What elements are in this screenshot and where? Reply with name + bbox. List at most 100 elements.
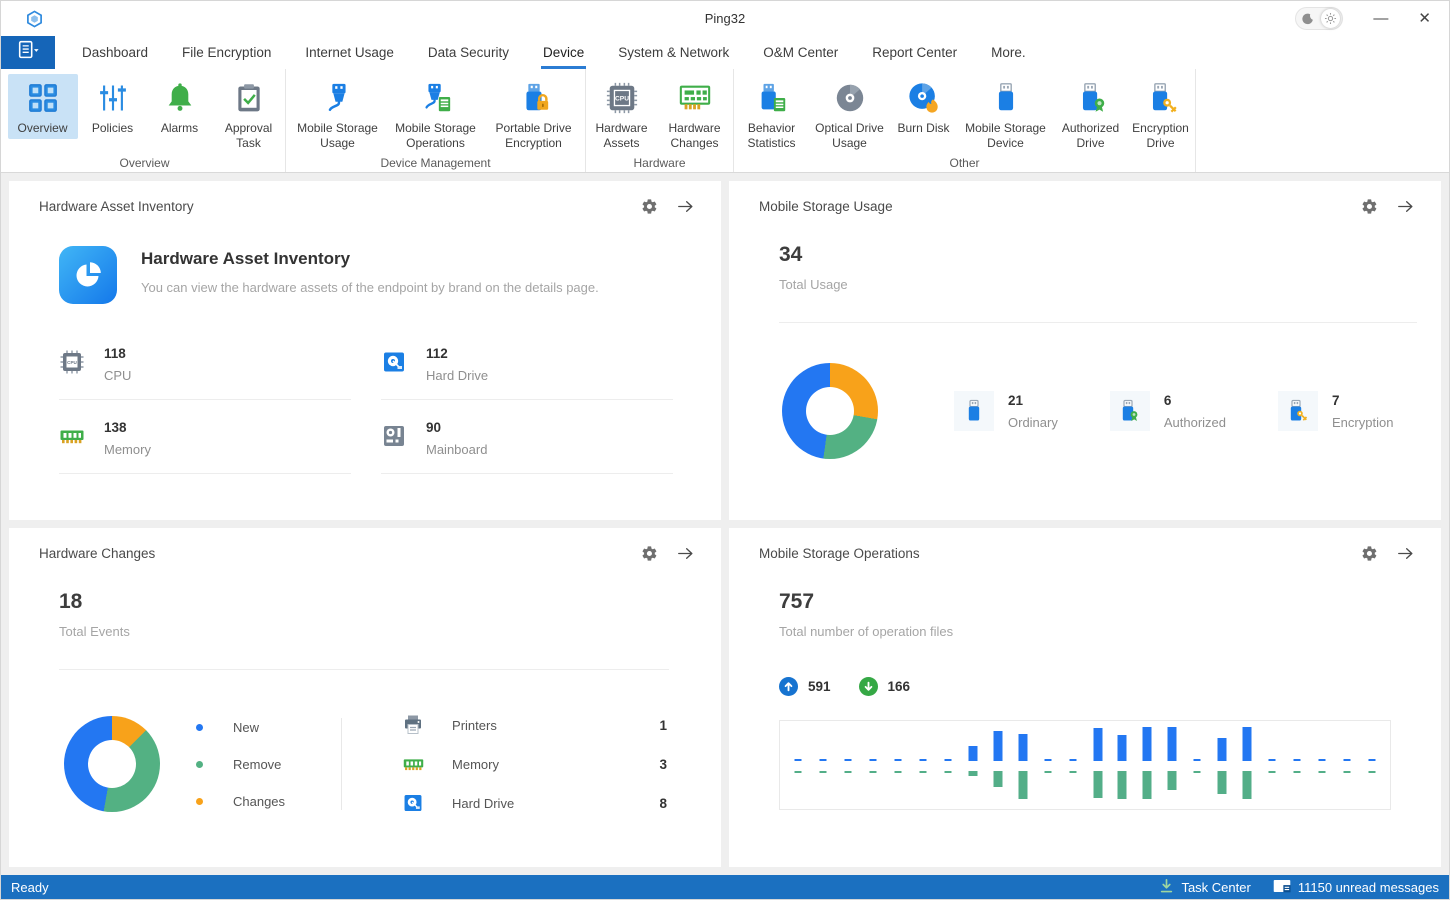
legend-dot-remove	[196, 761, 203, 768]
total-events-value: 18	[59, 590, 721, 614]
card-title: Mobile Storage Usage	[759, 199, 1343, 214]
device-label: Memory	[452, 757, 499, 772]
tab-report-center[interactable]: Report Center	[855, 36, 974, 69]
settings-gear-icon[interactable]	[1361, 545, 1378, 562]
status-ready: Ready	[11, 880, 49, 895]
settings-gear-icon[interactable]	[641, 545, 658, 562]
tab-data-security[interactable]: Data Security	[411, 36, 526, 69]
bar-slot	[1160, 721, 1185, 809]
ribbon-item-burn-disk[interactable]: Burn Disk	[893, 74, 955, 139]
ribbon-item-mobile-storage-operations[interactable]: Mobile Storage Operations	[389, 74, 483, 154]
task-center-button[interactable]: Task Center	[1159, 878, 1250, 897]
moon-icon[interactable]	[1298, 13, 1317, 25]
tab-device[interactable]: Device	[526, 36, 601, 69]
minimize-button[interactable]: —	[1373, 11, 1388, 26]
up-bar	[1368, 759, 1375, 761]
usb-authorized-icon	[1074, 79, 1108, 117]
down-bar	[1343, 771, 1350, 773]
up-bar	[1093, 728, 1102, 761]
tab-file-encryption[interactable]: File Encryption	[165, 36, 288, 69]
hero-description: You can view the hardware assets of the …	[141, 280, 599, 295]
ribbon-item-portable-drive-encryption[interactable]: Portable Drive Encryption	[487, 74, 581, 154]
card-title: Hardware Changes	[39, 546, 623, 561]
ribbon-item-encryption-drive[interactable]: Encryption Drive	[1129, 74, 1193, 154]
bar-slot	[1185, 721, 1210, 809]
theme-toggle[interactable]	[1295, 7, 1343, 30]
legend-item-ordinary: 21 Ordinary	[954, 391, 1058, 431]
open-details-arrow-icon[interactable]	[1396, 197, 1415, 216]
unread-messages-button[interactable]: 11150 unread messages	[1273, 879, 1439, 896]
up-bar	[1118, 735, 1127, 761]
card-mobile-storage-usage: Mobile Storage Usage 34 Total Usage	[729, 181, 1441, 520]
down-bar	[845, 771, 852, 773]
up-bar	[1018, 734, 1027, 761]
tab-internet-usage[interactable]: Internet Usage	[288, 36, 411, 69]
up-bar	[1343, 759, 1350, 761]
sun-icon[interactable]	[1321, 9, 1340, 28]
bar-slot	[1210, 721, 1235, 809]
ribbon-item-approval-task[interactable]: Approval Task	[216, 74, 282, 154]
down-bar	[895, 771, 902, 773]
bar-slot	[1260, 721, 1285, 809]
down-bar	[1243, 771, 1252, 799]
ribbon-group-device-management: Mobile Storage Usage Mobile Storage Oper…	[286, 69, 586, 172]
memory-icon	[59, 423, 87, 449]
usb-ordinary-icon	[954, 391, 994, 431]
usb-encryption-icon	[1278, 391, 1318, 431]
divider	[59, 669, 669, 670]
task-center-label: Task Center	[1181, 880, 1250, 895]
device-row-printers: Printers 1	[402, 714, 667, 736]
up-bar	[1318, 759, 1325, 761]
settings-gear-icon[interactable]	[1361, 198, 1378, 215]
asset-stats-grid: CPU 118 CPU 112 Hard Drive	[59, 346, 673, 474]
ribbon-item-optical-drive-usage[interactable]: Optical Drive Usage	[811, 74, 889, 154]
stat-value: 90	[426, 420, 487, 435]
upload-arrow-icon	[779, 677, 798, 696]
open-details-arrow-icon[interactable]	[676, 544, 695, 563]
divider	[779, 322, 1417, 323]
memory-icon	[402, 753, 426, 775]
ribbon-item-hardware-assets[interactable]: CPU Hardware Assets	[589, 74, 655, 154]
legend-item-changes: Changes	[196, 794, 285, 809]
up-bar	[1243, 727, 1252, 761]
down-bar	[1268, 771, 1275, 773]
ribbon-item-mobile-storage-device[interactable]: Mobile Storage Device	[959, 74, 1053, 154]
tab-system-network[interactable]: System & Network	[601, 36, 746, 69]
titlebar-controls: — ✕	[1295, 7, 1431, 30]
open-details-arrow-icon[interactable]	[1396, 544, 1415, 563]
down-bar	[1044, 771, 1051, 773]
status-bar: Ready Task Center 11150 unread messages	[1, 875, 1449, 899]
tab-om-center[interactable]: O&M Center	[746, 36, 855, 69]
ribbon-item-alarms[interactable]: Alarms	[148, 74, 212, 139]
changes-chart-row: New Remove Changes	[9, 714, 721, 814]
ribbon-item-mobile-storage-usage[interactable]: Mobile Storage Usage	[291, 74, 385, 154]
up-bar	[993, 731, 1002, 761]
tab-dashboard[interactable]: Dashboard	[65, 36, 165, 69]
down-bar	[1368, 771, 1375, 773]
usb-plug-operations-icon	[419, 79, 453, 117]
up-bar	[968, 746, 977, 761]
ribbon-item-overview[interactable]: Overview	[8, 74, 78, 139]
app-menu-button[interactable]	[1, 36, 55, 69]
bar-slot	[1309, 721, 1334, 809]
ribbon-item-behavior-statistics[interactable]: Behavior Statistics	[737, 74, 807, 154]
bar-slot	[811, 721, 836, 809]
down-bar	[1293, 771, 1300, 773]
expansion-card-icon	[677, 79, 713, 117]
ribbon-item-hardware-changes[interactable]: Hardware Changes	[659, 74, 731, 154]
close-button[interactable]: ✕	[1418, 11, 1431, 26]
upload-download-summary: 591 166	[779, 677, 1441, 696]
hard-drive-icon	[402, 792, 426, 814]
settings-gear-icon[interactable]	[641, 198, 658, 215]
tabs: Dashboard File Encryption Internet Usage…	[65, 36, 1043, 69]
mobile-storage-usage-donut-chart	[782, 363, 878, 459]
stat-value: 118	[104, 346, 131, 361]
usb-statistics-icon	[755, 79, 789, 117]
open-details-arrow-icon[interactable]	[676, 197, 695, 216]
upload-count: 591	[808, 679, 831, 694]
up-bar	[1044, 759, 1051, 761]
up-bar	[944, 759, 951, 761]
ribbon-item-policies[interactable]: Policies	[82, 74, 144, 139]
tab-more[interactable]: More.	[974, 36, 1043, 69]
ribbon-item-authorized-drive[interactable]: Authorized Drive	[1057, 74, 1125, 154]
